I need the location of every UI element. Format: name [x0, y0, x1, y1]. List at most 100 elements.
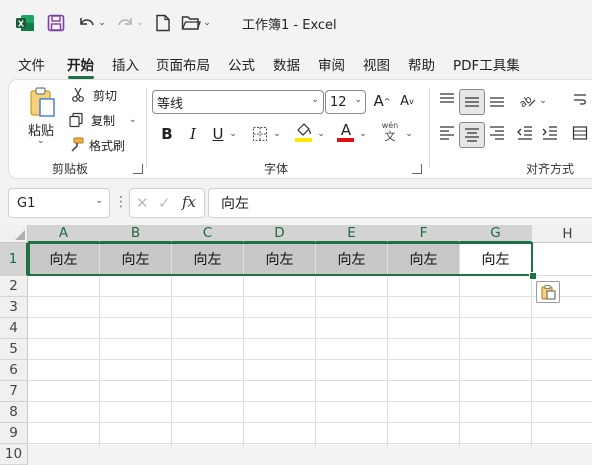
cut-label: 剪切 [93, 88, 118, 103]
copy-dropdown-chevron-icon[interactable]: ⌄ [129, 115, 137, 125]
row-header-3[interactable]: 3 [0, 297, 28, 318]
fill-color-icon[interactable] [293, 121, 315, 143]
name-box[interactable]: G1 ⌄ [8, 188, 110, 218]
open-folder-icon[interactable] [180, 12, 202, 34]
copy-button[interactable]: 复制 ⌄ [67, 111, 137, 129]
undo-icon[interactable] [76, 12, 98, 34]
column-header-b[interactable]: B [100, 225, 172, 243]
decrease-font-size-icon[interactable]: Av [395, 90, 419, 112]
paste-dropdown-chevron-icon[interactable]: ⌄ [37, 136, 45, 146]
tab-view[interactable]: 视图 [363, 54, 390, 74]
align-bottom-icon[interactable] [486, 89, 508, 111]
decrease-indent-icon[interactable] [514, 122, 536, 144]
select-all-corner[interactable] [0, 225, 28, 243]
column-header-c[interactable]: C [172, 225, 244, 243]
font-dialog-launcher-icon[interactable] [412, 164, 422, 174]
format-painter-button[interactable]: 格式刷 [67, 136, 125, 154]
font-group-label: 字体 [264, 162, 289, 176]
row-header-5[interactable]: 5 [0, 339, 28, 360]
new-file-icon[interactable] [152, 12, 174, 34]
enter-check-icon[interactable]: ✓ [158, 194, 171, 212]
formula-bar-grip-icon[interactable]: ⋮ [114, 194, 128, 210]
merge-center-icon[interactable] [569, 122, 591, 144]
align-left-icon[interactable] [436, 122, 458, 144]
cell-h1[interactable] [532, 243, 592, 276]
align-middle-icon[interactable] [459, 89, 485, 115]
tab-insert[interactable]: 插入 [112, 54, 139, 74]
cell-c1[interactable]: 向左 [172, 243, 244, 276]
fill-color-dropdown-chevron-icon[interactable]: ⌄ [315, 123, 327, 145]
tab-page-layout[interactable]: 页面布局 [156, 54, 210, 74]
font-name-dropdown[interactable]: 等线 ⌄ [152, 90, 324, 114]
increase-font-size-icon[interactable]: A ^ [369, 90, 395, 112]
font-color-dropdown-chevron-icon[interactable]: ⌄ [357, 123, 369, 145]
tab-file[interactable]: 文件 [18, 54, 45, 74]
align-top-icon[interactable] [436, 89, 458, 111]
increase-indent-icon[interactable] [539, 122, 561, 144]
column-header-a[interactable]: A [28, 225, 100, 243]
redo-icon[interactable] [114, 12, 136, 34]
borders-dropdown-chevron-icon[interactable]: ⌄ [271, 123, 283, 145]
row-header-4[interactable]: 4 [0, 318, 28, 339]
row-header-7[interactable]: 7 [0, 381, 28, 402]
cancel-icon[interactable]: ✕ [136, 194, 149, 212]
underline-dropdown-chevron-icon[interactable]: ⌄ [227, 123, 239, 145]
row-header-8[interactable]: 8 [0, 402, 28, 423]
worksheet-grid[interactable]: A B C D E F G H 1 2 3 4 5 6 7 8 9 10 向左 … [0, 225, 592, 465]
row-header-6[interactable]: 6 [0, 360, 28, 381]
redo-dropdown-chevron-icon[interactable]: ⌄ [135, 12, 145, 34]
column-header-g[interactable]: G [460, 225, 532, 243]
wrap-text-icon[interactable] [569, 89, 591, 111]
underline-button[interactable]: U [207, 123, 229, 145]
tab-data[interactable]: 数据 [273, 54, 300, 74]
phonetic-guide-dropdown-chevron-icon[interactable]: ⌄ [403, 123, 415, 145]
formula-value: 向左 [221, 196, 249, 212]
tab-pdf-tools[interactable]: PDF工具集 [453, 54, 520, 74]
fill-handle[interactable] [529, 272, 537, 280]
tab-help[interactable]: 帮助 [408, 54, 435, 74]
clipboard-dialog-launcher-icon[interactable] [133, 164, 143, 174]
ribbon-separator [146, 88, 147, 168]
cell-b1[interactable]: 向左 [100, 243, 172, 276]
formula-bar: G1 ⌄ ⋮ ✕ ✓ fx 向左 [0, 184, 592, 220]
font-size-value: 12 [330, 94, 347, 110]
align-center-icon[interactable] [459, 122, 485, 148]
tab-home[interactable]: 开始 [67, 54, 94, 74]
italic-button[interactable]: I [182, 123, 204, 145]
insert-function-button[interactable]: fx [182, 193, 196, 211]
borders-icon[interactable] [249, 123, 271, 145]
align-right-icon[interactable] [486, 122, 508, 144]
row-header-9[interactable]: 9 [0, 423, 28, 444]
ribbon-panel: 粘贴 ⌄ 剪切 复制 ⌄ 格式刷 剪贴板 等线 ⌄ 12 ⌄ A ^ A v B… [9, 80, 592, 178]
tab-formulas[interactable]: 公式 [228, 54, 255, 74]
row-header-10[interactable]: 10 [0, 444, 28, 465]
font-size-dropdown[interactable]: 12 ⌄ [325, 90, 366, 114]
paste-icon[interactable] [27, 86, 57, 118]
column-header-h[interactable]: H [532, 225, 592, 243]
phonetic-guide-icon[interactable]: wén 文 [379, 120, 401, 146]
cell-d1[interactable]: 向左 [244, 243, 316, 276]
formula-input[interactable]: 向左 [208, 188, 592, 218]
title-bar: X ⌄ ⌄ ⌄ 工作簿1 - Excel [0, 0, 592, 46]
column-header-e[interactable]: E [316, 225, 388, 243]
column-header-f[interactable]: F [388, 225, 460, 243]
scissors-icon [69, 86, 87, 104]
paste-options-icon[interactable] [536, 281, 560, 303]
row-header-2[interactable]: 2 [0, 276, 28, 297]
column-header-d[interactable]: D [244, 225, 316, 243]
cut-button[interactable]: 剪切 [69, 86, 117, 104]
cell-g1[interactable]: 向左 [460, 243, 532, 276]
undo-dropdown-chevron-icon[interactable]: ⌄ [97, 12, 107, 34]
text-orientation-dropdown-chevron-icon[interactable]: ⌄ [537, 90, 549, 112]
save-icon[interactable] [45, 12, 67, 34]
cell-e1[interactable]: 向左 [316, 243, 388, 276]
cell-f1[interactable]: 向左 [388, 243, 460, 276]
cell-a1[interactable]: 向左 [28, 243, 100, 276]
svg-text:X: X [18, 20, 25, 29]
bold-button[interactable]: B [156, 123, 178, 145]
row-header-1[interactable]: 1 [0, 243, 28, 276]
text-orientation-icon[interactable]: ab [516, 89, 538, 111]
tab-review[interactable]: 审阅 [318, 54, 345, 74]
customize-toolbar-chevron-icon[interactable]: ⌄ [202, 12, 212, 34]
font-color-icon[interactable]: A [335, 121, 357, 143]
